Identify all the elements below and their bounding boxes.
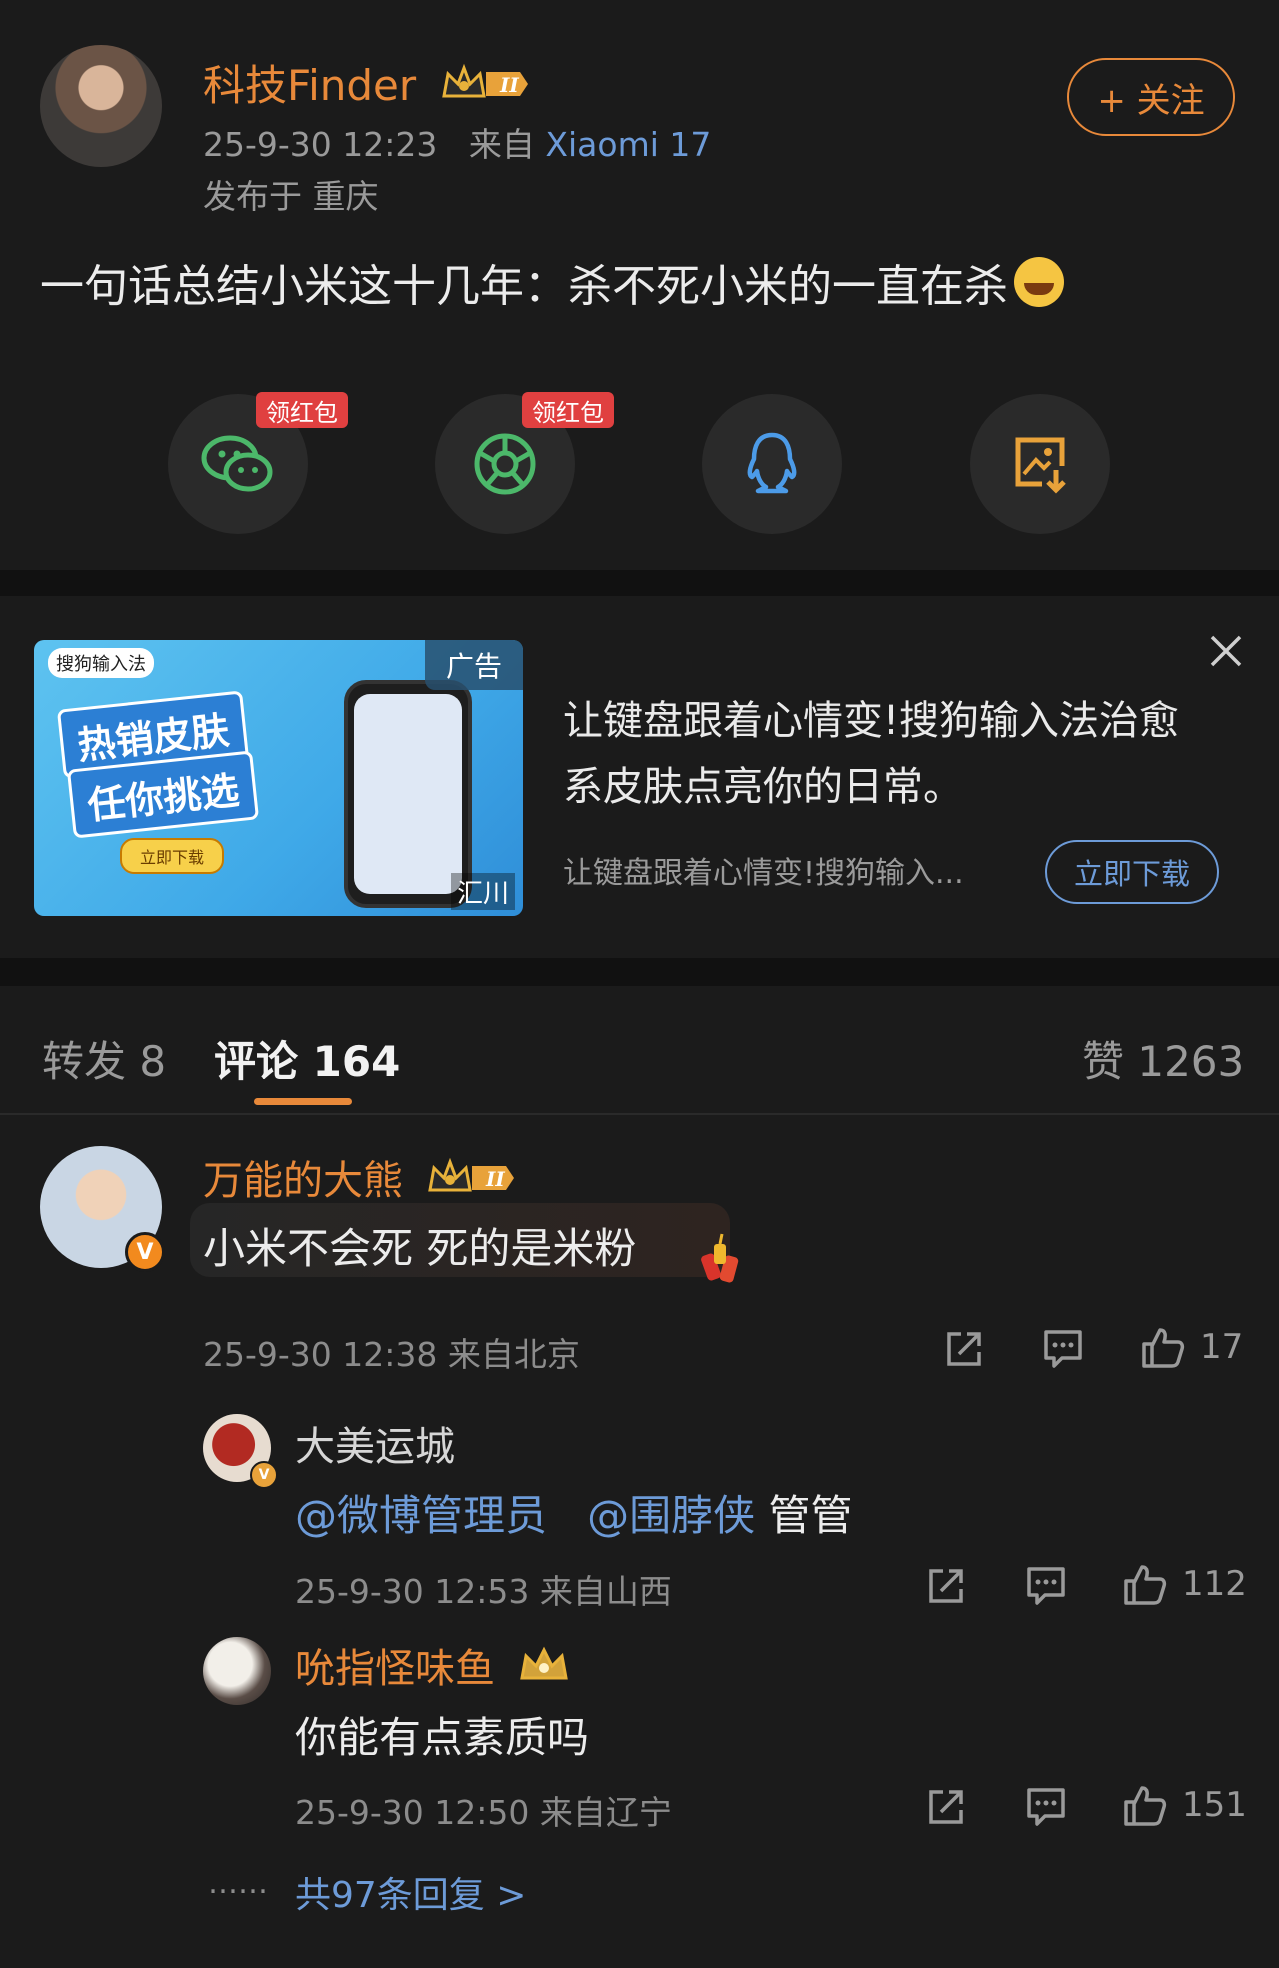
tab-comments[interactable]: 评论 164: [214, 1028, 400, 1089]
repost-button[interactable]: [943, 1328, 985, 1374]
comment-icon: [1027, 1567, 1065, 1605]
section-divider-2: [0, 958, 1279, 986]
qq-icon: [747, 432, 797, 494]
reply-text: 你能有点素质吗: [295, 1713, 590, 1762]
post-source-prefix: 来自: [468, 125, 535, 164]
repost-button[interactable]: [925, 1786, 967, 1832]
hongbao-badge-moments[interactable]: 领红包: [522, 392, 614, 428]
reply-button[interactable]: [1025, 1786, 1067, 1832]
post-meta: 25-9-30 12:23 来自 Xiaomi 17: [203, 118, 711, 166]
thumbs-up-icon: [1124, 1565, 1167, 1605]
crown-badge-icon: II: [440, 62, 530, 116]
post-source-device[interactable]: Xiaomi 17: [545, 125, 711, 164]
comment-meta: 25-9-30 12:38 来自北京: [203, 1335, 580, 1374]
reply-name[interactable]: 大美运城: [295, 1414, 455, 1472]
tab-repost[interactable]: 转发 8: [42, 1028, 166, 1089]
ad-subtitle: 让键盘跟着心情变!搜狗输入...: [563, 856, 964, 891]
crown-badge-icon: II: [426, 1156, 516, 1210]
save-image-icon: [1015, 437, 1066, 494]
author-name-text: 科技Finder: [203, 61, 417, 110]
thumbs-up-icon: [1142, 1328, 1185, 1368]
svg-text:II: II: [499, 73, 519, 97]
save-image-button[interactable]: [970, 394, 1110, 534]
wechat-icon: [201, 435, 273, 492]
like-count: 17: [1200, 1327, 1244, 1367]
commenter-name[interactable]: 万能的大熊 II: [203, 1148, 516, 1210]
reply-name: 吮指怪味鱼: [295, 1646, 495, 1692]
laugh-cry-emoji-icon: [1014, 257, 1064, 307]
share-qq-button[interactable]: [702, 394, 842, 534]
like-count: 151: [1182, 1785, 1247, 1825]
ad-tag: 广告: [425, 640, 523, 690]
share-arrow-icon: [929, 1790, 963, 1824]
tab-active-indicator: [254, 1098, 352, 1105]
thumbs-up-icon: [1124, 1786, 1167, 1826]
commenter-name-text: 万能的大熊: [203, 1158, 403, 1204]
post-location: 发布于 重庆: [203, 177, 379, 216]
reply-meta: 25-9-30 12:53 来自山西: [295, 1572, 672, 1611]
comment-icon: [1027, 1788, 1065, 1826]
ad-logo: 搜狗输入法: [48, 648, 154, 678]
reply-meta: 25-9-30 12:50 来自辽宁: [295, 1793, 672, 1832]
like-count: 112: [1182, 1564, 1247, 1604]
more-replies-dots: ……: [208, 1866, 268, 1901]
reply-avatar[interactable]: [203, 1637, 271, 1705]
comment-text: 小米不会死 死的是米粉: [203, 1224, 637, 1273]
comment-icon: [1044, 1330, 1082, 1368]
reply-button[interactable]: [1042, 1328, 1084, 1374]
mention-link[interactable]: @微博管理员: [295, 1491, 547, 1540]
svg-text:II: II: [485, 1167, 505, 1191]
share-arrow-icon: [929, 1569, 963, 1603]
verified-v-icon: V: [125, 1232, 165, 1272]
follow-button[interactable]: + 关注: [1067, 58, 1235, 136]
like-button[interactable]: 17: [1140, 1324, 1243, 1370]
like-button[interactable]: 151: [1122, 1782, 1247, 1828]
mention-link[interactable]: @围脖侠: [587, 1491, 755, 1540]
reply-name-wrapper[interactable]: 吮指怪味鱼: [295, 1636, 570, 1698]
ad-download-button[interactable]: 立即下载: [1045, 840, 1219, 904]
moments-icon: [474, 433, 536, 495]
tab-divider: [0, 1113, 1279, 1115]
reply-text-content: 管管: [768, 1491, 853, 1540]
ad-close-button[interactable]: [1208, 633, 1244, 669]
ad-banner-cta: 立即下载: [120, 838, 225, 874]
crown-badge-icon: [518, 1644, 570, 1698]
hongbao-badge-wechat[interactable]: 领红包: [256, 392, 348, 428]
firecracker-decoration-icon: [694, 1232, 754, 1296]
verified-v-icon: V: [250, 1461, 278, 1489]
ad-phone-screen: [354, 694, 462, 894]
author-name[interactable]: 科技Finder II: [203, 52, 530, 116]
share-arrow-icon: [947, 1332, 981, 1366]
close-icon: [1210, 635, 1242, 667]
reply-button[interactable]: [1025, 1565, 1067, 1611]
repost-button[interactable]: [925, 1565, 967, 1611]
ad-image[interactable]: 搜狗输入法 热销皮肤 任你挑选 立即下载 广告 汇川: [34, 640, 523, 916]
like-button[interactable]: 112: [1122, 1561, 1247, 1607]
ad-watermark: 汇川: [450, 873, 515, 910]
post-text-content: 一句话总结小米这十几年：杀不死小米的一直在杀: [40, 261, 1008, 312]
reply-text: @微博管理员 @围脖侠 管管: [295, 1482, 852, 1543]
tab-likes[interactable]: 赞 1263: [1082, 1028, 1244, 1089]
more-replies-link[interactable]: 共97条回复 >: [295, 1866, 526, 1918]
author-avatar[interactable]: [40, 45, 162, 167]
section-divider: [0, 570, 1279, 596]
ad-title[interactable]: 让键盘跟着心情变!搜狗输入法治愈系皮肤点亮你的日常。: [563, 688, 1203, 820]
post-text: 一句话总结小米这十几年：杀不死小米的一直在杀: [40, 250, 1064, 314]
post-time: 25-9-30 12:23: [203, 125, 438, 164]
